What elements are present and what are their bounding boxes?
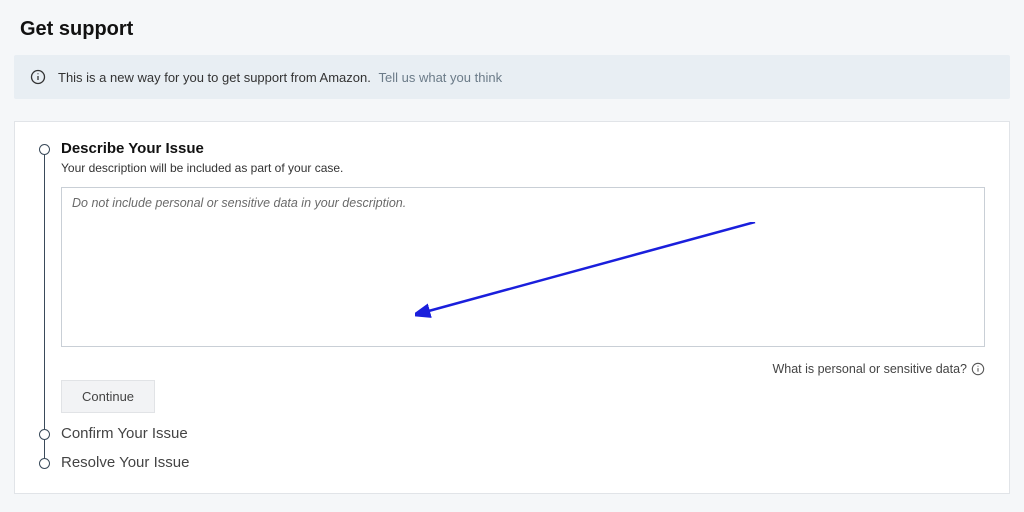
step-dot-icon — [39, 429, 50, 440]
sensitive-data-link[interactable]: What is personal or sensitive data? — [772, 362, 967, 376]
issue-description-input[interactable] — [61, 187, 985, 347]
continue-button[interactable]: Continue — [61, 380, 155, 413]
info-icon — [30, 69, 46, 85]
info-banner-text: This is a new way for you to get support… — [58, 70, 502, 85]
info-banner: This is a new way for you to get support… — [14, 55, 1010, 99]
info-icon[interactable] — [971, 362, 985, 376]
step-describe-subtitle: Your description will be included as par… — [61, 161, 985, 175]
step-list: Describe Your Issue Your description wil… — [39, 140, 985, 471]
step-describe-title: Describe Your Issue — [61, 140, 985, 157]
feedback-link[interactable]: Tell us what you think — [379, 70, 503, 85]
step-describe: Describe Your Issue Your description wil… — [61, 140, 985, 413]
page-title: Get support — [20, 18, 1010, 41]
info-banner-message: This is a new way for you to get support… — [58, 70, 371, 85]
step-resolve-title: Resolve Your Issue — [61, 454, 985, 471]
step-dot-icon — [39, 458, 50, 469]
step-dot-icon — [39, 144, 50, 155]
step-resolve[interactable]: Resolve Your Issue — [61, 454, 985, 471]
step-confirm-title: Confirm Your Issue — [61, 425, 985, 442]
step-confirm[interactable]: Confirm Your Issue — [61, 425, 985, 442]
support-card: Describe Your Issue Your description wil… — [14, 121, 1010, 494]
